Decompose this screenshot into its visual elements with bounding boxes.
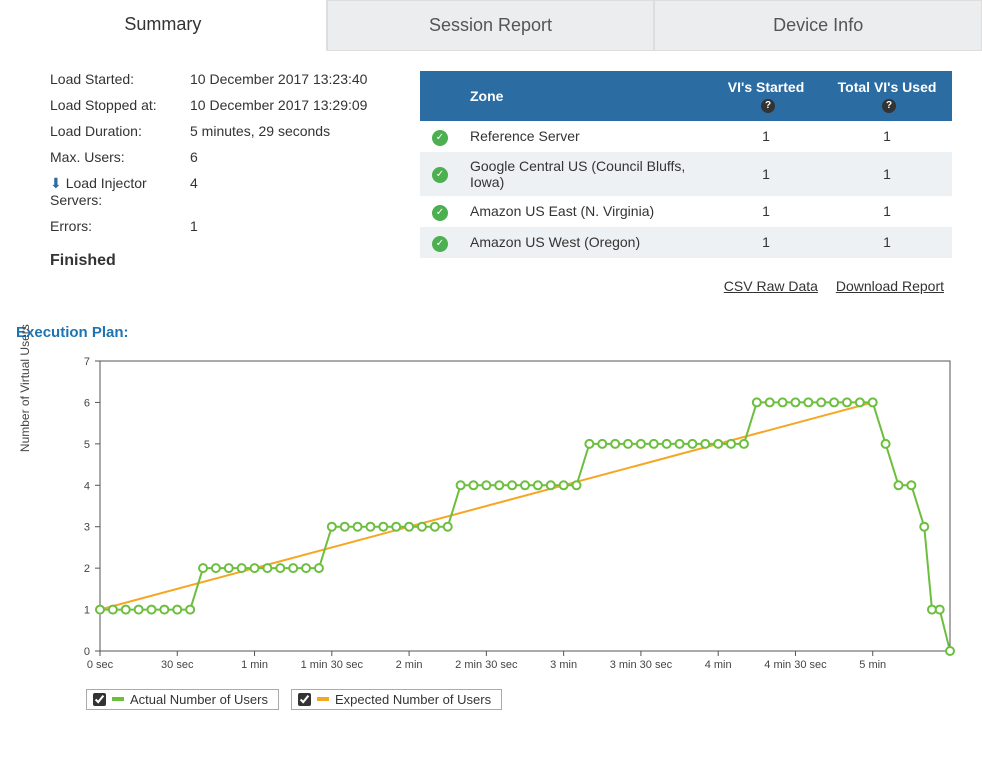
started-header: VI's Started ? bbox=[710, 71, 822, 121]
tab-summary[interactable]: Summary bbox=[0, 0, 327, 51]
zone-table: Zone VI's Started ? Total VI's Used ? ✓ R… bbox=[420, 71, 952, 258]
table-row: ✓Amazon US West (Oregon)11 bbox=[420, 227, 952, 258]
svg-text:7: 7 bbox=[84, 356, 90, 368]
errors-label: Errors: bbox=[50, 218, 190, 234]
load-started-label: Load Started: bbox=[50, 71, 190, 87]
errors-value: 1 bbox=[190, 218, 380, 234]
tabs: Summary Session Report Device Info bbox=[0, 0, 982, 51]
svg-text:2 min: 2 min bbox=[396, 659, 423, 671]
swatch-orange-icon bbox=[317, 697, 329, 701]
svg-text:5 min: 5 min bbox=[859, 659, 886, 671]
max-users-label: Max. Users: bbox=[50, 149, 190, 165]
download-report-link[interactable]: Download Report bbox=[836, 278, 944, 294]
svg-text:0: 0 bbox=[84, 646, 90, 658]
legend-expected-checkbox[interactable] bbox=[298, 693, 311, 706]
injector-value: 4 bbox=[190, 175, 380, 208]
zone-name: Google Central US (Council Bluffs, Iowa) bbox=[460, 152, 710, 196]
svg-text:5: 5 bbox=[84, 438, 90, 450]
svg-text:0 sec: 0 sec bbox=[87, 659, 114, 671]
table-row: ✓ Google Central US (Council Bluffs, Iowa… bbox=[420, 152, 952, 196]
max-users-value: 6 bbox=[190, 149, 380, 165]
tab-session-report[interactable]: Session Report bbox=[327, 0, 655, 50]
download-icon: ⬇ bbox=[50, 175, 62, 191]
svg-text:6: 6 bbox=[84, 397, 90, 409]
zone-header: Zone bbox=[460, 71, 710, 121]
svg-text:3 min 30 sec: 3 min 30 sec bbox=[610, 659, 673, 671]
svg-text:4: 4 bbox=[84, 480, 90, 492]
svg-text:30 sec: 30 sec bbox=[161, 659, 194, 671]
zone-total: 1 bbox=[822, 121, 952, 152]
zone-total: 1 bbox=[822, 227, 952, 258]
zone-total: 1 bbox=[822, 152, 952, 196]
csv-raw-data-link[interactable]: CSV Raw Data bbox=[724, 278, 818, 294]
execution-plan-title: Execution Plan: bbox=[16, 324, 952, 341]
legend-actual[interactable]: Actual Number of Users bbox=[86, 689, 279, 710]
svg-text:3 min: 3 min bbox=[550, 659, 577, 671]
injector-label-text: Load Injector Servers: bbox=[50, 175, 147, 208]
execution-plan-chart: Number of Virtual Users 012345670 sec30 … bbox=[60, 351, 952, 681]
load-stopped-value: 10 December 2017 13:29:09 bbox=[190, 97, 380, 113]
svg-text:2: 2 bbox=[84, 563, 90, 575]
tab-device-info[interactable]: Device Info bbox=[654, 0, 982, 50]
table-row: ✓Reference Server11 bbox=[420, 121, 952, 152]
svg-text:1 min 30 sec: 1 min 30 sec bbox=[301, 659, 364, 671]
legend-actual-label: Actual Number of Users bbox=[130, 692, 268, 707]
zone-total: 1 bbox=[822, 196, 952, 227]
svg-text:1: 1 bbox=[84, 604, 90, 616]
injector-label: ⬇Load Injector Servers: bbox=[50, 175, 190, 208]
zone-name: Amazon US East (N. Virginia) bbox=[460, 196, 710, 227]
summary-stats: Load Started: 10 December 2017 13:23:40 … bbox=[50, 71, 380, 270]
zone-name: Amazon US West (Oregon) bbox=[460, 227, 710, 258]
svg-text:4 min 30 sec: 4 min 30 sec bbox=[764, 659, 827, 671]
svg-text:2 min 30 sec: 2 min 30 sec bbox=[455, 659, 518, 671]
check-icon: ✓ bbox=[432, 167, 448, 183]
zone-started: 1 bbox=[710, 196, 822, 227]
load-started-value: 10 December 2017 13:23:40 bbox=[190, 71, 380, 87]
zone-started: 1 bbox=[710, 121, 822, 152]
zone-name: Reference Server bbox=[460, 121, 710, 152]
check-icon: ✓ bbox=[432, 205, 448, 221]
legend-expected-label: Expected Number of Users bbox=[335, 692, 491, 707]
chart-ylabel: Number of Virtual Users bbox=[18, 324, 32, 452]
svg-text:4 min: 4 min bbox=[705, 659, 732, 671]
help-icon[interactable]: ? bbox=[882, 99, 896, 113]
help-icon[interactable]: ? bbox=[761, 99, 775, 113]
total-header: Total VI's Used ? bbox=[822, 71, 952, 121]
svg-text:1 min: 1 min bbox=[241, 659, 268, 671]
load-duration-label: Load Duration: bbox=[50, 123, 190, 139]
load-stopped-label: Load Stopped at: bbox=[50, 97, 190, 113]
zone-started: 1 bbox=[710, 227, 822, 258]
zone-started: 1 bbox=[710, 152, 822, 196]
swatch-green-icon bbox=[112, 697, 124, 701]
legend-expected[interactable]: Expected Number of Users bbox=[291, 689, 502, 710]
check-icon: ✓ bbox=[432, 236, 448, 252]
check-icon: ✓ bbox=[432, 130, 448, 146]
legend-actual-checkbox[interactable] bbox=[93, 693, 106, 706]
load-duration-value: 5 minutes, 29 seconds bbox=[190, 123, 380, 139]
status-finished: Finished bbox=[50, 252, 380, 270]
svg-text:3: 3 bbox=[84, 521, 90, 533]
table-row: ✓Amazon US East (N. Virginia)11 bbox=[420, 196, 952, 227]
